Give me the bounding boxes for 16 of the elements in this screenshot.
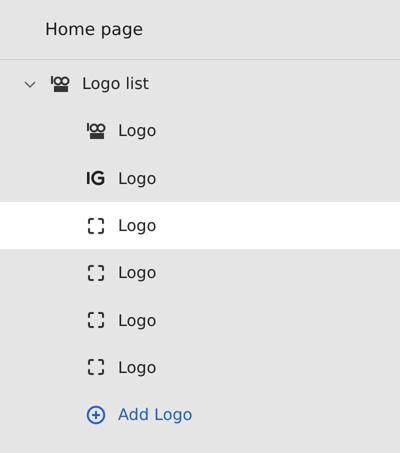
tree-item[interactable]: Logo (0, 202, 400, 250)
plus-circle-icon (86, 404, 106, 425)
image-placeholder-icon (86, 262, 106, 283)
page-title: Home page (45, 20, 144, 40)
add-logo-button[interactable]: Add Logo (86, 404, 192, 425)
image-placeholder-icon (86, 357, 106, 378)
tree-item[interactable]: Logo (0, 154, 400, 202)
logo-thumbnail-icon (86, 120, 106, 141)
logo-thumbnail-icon (50, 74, 70, 94)
tree-item[interactable]: Logo (0, 296, 400, 344)
tree-item[interactable]: Logo (0, 344, 400, 392)
tree-item[interactable]: Logo (0, 249, 400, 296)
image-placeholder-icon (86, 310, 106, 330)
tree-item[interactable]: Logo list (0, 60, 400, 108)
tree-item[interactable]: Logo (0, 107, 400, 155)
image-placeholder-icon (86, 216, 106, 236)
